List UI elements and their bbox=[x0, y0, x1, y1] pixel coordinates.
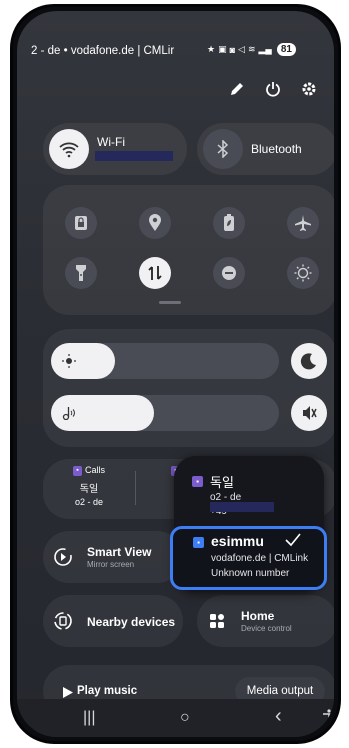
airplane-icon[interactable] bbox=[287, 207, 319, 239]
calls-sim[interactable]: ▪ Calls 독일 o2 - de bbox=[73, 465, 105, 507]
home-subtitle: Device control bbox=[241, 624, 292, 633]
smart-view-subtitle: Mirror screen bbox=[87, 560, 135, 569]
signal-icon: ▂▄ bbox=[258, 44, 272, 54]
bluetooth-tile[interactable]: Bluetooth bbox=[197, 123, 334, 175]
home-device-control-tile[interactable]: Home Device control bbox=[197, 595, 334, 647]
music-note-icon bbox=[61, 405, 77, 421]
nfc-icon: ▣ bbox=[218, 44, 227, 54]
lock-rotation-icon[interactable] bbox=[65, 207, 97, 239]
slider-panel bbox=[43, 329, 334, 447]
phone-number-redacted bbox=[210, 502, 274, 512]
checkmark-icon bbox=[285, 533, 301, 552]
star-icon: ★ bbox=[207, 44, 216, 54]
sim-card-icon: ▪ bbox=[193, 537, 204, 548]
status-icons: ★ ▣ ◙ ◁ ≋ ▂▄ 81 bbox=[207, 43, 296, 56]
sim-option-2-carrier: vodafone.de | CMLink bbox=[211, 553, 309, 564]
quick-panel: 2 - de • vodafone.de | CMLir ★ ▣ ◙ ◁ ≋ ▂… bbox=[17, 11, 334, 737]
nearby-devices-title: Nearby devices bbox=[87, 615, 176, 629]
nearby-devices-tile[interactable]: Nearby devices bbox=[43, 595, 183, 647]
calls-carrier: o2 - de bbox=[74, 496, 104, 507]
brightness-slider[interactable] bbox=[51, 343, 279, 379]
panel-drag-handle[interactable] bbox=[159, 301, 181, 304]
sim-card-icon: ▪ bbox=[73, 465, 82, 476]
sim-option-1-name: 독일 bbox=[210, 475, 234, 490]
wifi-tile[interactable]: Wi-Fi bbox=[43, 123, 187, 175]
quick-tile-grid bbox=[43, 185, 334, 315]
wifi-status-icon: ≋ bbox=[247, 44, 256, 54]
settings-icon[interactable] bbox=[301, 81, 317, 97]
play-music-label[interactable]: Play music bbox=[77, 685, 137, 697]
smart-view-title: Smart View bbox=[87, 545, 152, 559]
wifi-label: Wi-Fi bbox=[97, 135, 125, 149]
home-grid-icon bbox=[207, 611, 227, 631]
calls-sim-name: 독일 bbox=[79, 483, 99, 495]
phone-frame: 2 - de • vodafone.de | CMLir ★ ▣ ◙ ◁ ≋ ▂… bbox=[10, 4, 341, 744]
sim-option-2-selected[interactable]: ▪ esimmu vodafone.de | CMLink Unknown nu… bbox=[170, 526, 327, 590]
bluetooth-toggle[interactable] bbox=[203, 129, 243, 169]
wifi-toggle[interactable] bbox=[49, 129, 89, 169]
back-button[interactable]: ‹ bbox=[275, 705, 282, 728]
status-bar: 2 - de • vodafone.de | CMLir ★ ▣ ◙ ◁ ≋ ▂… bbox=[17, 41, 334, 63]
dark-mode-icon[interactable] bbox=[291, 343, 327, 379]
pencil-icon[interactable] bbox=[229, 81, 245, 97]
power-icon[interactable] bbox=[265, 81, 281, 97]
mute-icon: ◁ bbox=[238, 44, 245, 54]
accessibility-icon[interactable] bbox=[322, 709, 334, 730]
battery-level: 81 bbox=[276, 43, 296, 56]
sim-option-2-name: esimmu bbox=[211, 533, 264, 549]
do-not-disturb-icon[interactable] bbox=[213, 257, 245, 289]
eye-comfort-icon[interactable] bbox=[287, 257, 319, 289]
smart-view-tile[interactable]: Smart View Mirror screen bbox=[43, 531, 183, 583]
flashlight-icon[interactable] bbox=[65, 257, 97, 289]
home-button[interactable]: ○ bbox=[180, 709, 190, 727]
battery-saver-icon[interactable] bbox=[213, 207, 245, 239]
wifi-icon bbox=[59, 142, 79, 158]
brightness-icon bbox=[61, 353, 77, 369]
sim-option-2-number: Unknown number bbox=[211, 568, 290, 579]
top-actions bbox=[229, 81, 317, 97]
recents-button[interactable]: ||| bbox=[83, 709, 95, 727]
sim-divider bbox=[135, 471, 136, 505]
nearby-devices-icon bbox=[53, 611, 73, 631]
home-title: Home bbox=[241, 609, 275, 623]
sim-card-icon: ▪ bbox=[192, 476, 203, 487]
bluetooth-label: Bluetooth bbox=[251, 142, 302, 156]
mobile-data-icon[interactable] bbox=[139, 257, 171, 289]
volume-slider[interactable] bbox=[51, 395, 279, 431]
carrier-text: 2 - de • vodafone.de | CMLir bbox=[31, 45, 175, 57]
wifi-network-redacted bbox=[95, 151, 173, 161]
sound-mode-mute-icon[interactable] bbox=[291, 395, 327, 431]
calls-label: Calls bbox=[85, 465, 106, 475]
smart-view-icon bbox=[53, 547, 73, 567]
navigation-bar: ||| ○ ‹ bbox=[17, 699, 334, 737]
location-icon[interactable] bbox=[139, 207, 171, 239]
bluetooth-icon bbox=[217, 140, 229, 158]
vibrate-icon: ◙ bbox=[229, 44, 236, 55]
